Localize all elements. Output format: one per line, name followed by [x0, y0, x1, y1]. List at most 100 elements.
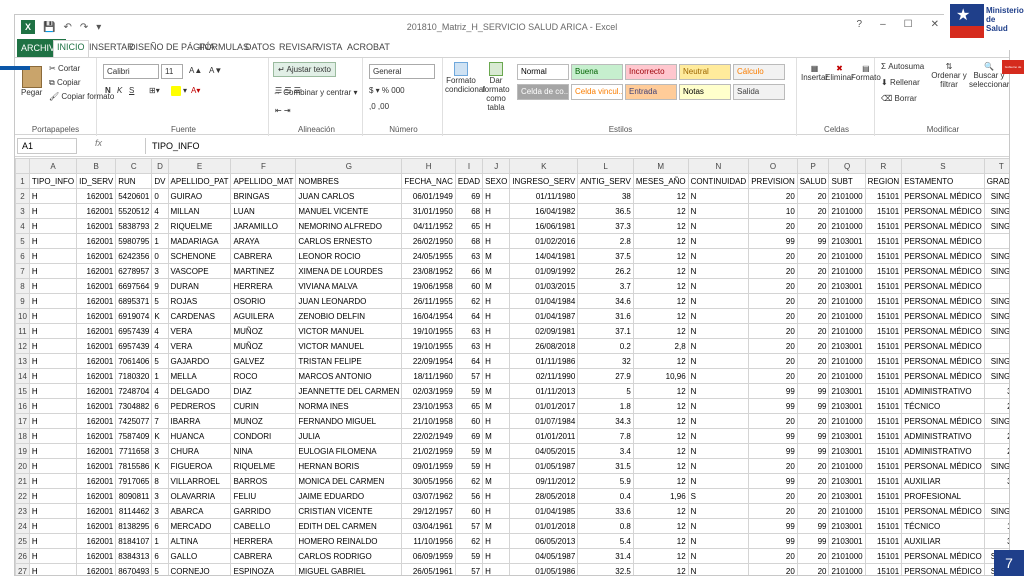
cell[interactable]: 162001 [76, 443, 117, 459]
cell[interactable]: 01/05/1986 [509, 563, 579, 575]
header-cell[interactable]: SUBT [828, 173, 866, 189]
cell[interactable]: 20 [796, 503, 830, 519]
cell[interactable]: 04/05/2015 [509, 443, 579, 459]
cell[interactable]: 2101000 [828, 218, 866, 234]
cell[interactable]: 10 [748, 203, 798, 219]
cell[interactable]: H [482, 488, 511, 504]
cell[interactable]: 2101000 [828, 263, 866, 279]
cell[interactable]: H [482, 458, 511, 474]
cell[interactable]: 15101 [864, 203, 903, 219]
cell[interactable]: OSORIO [230, 293, 297, 309]
cell-style-0[interactable]: Normal [517, 64, 569, 80]
cell[interactable]: VILLARROEL [167, 473, 232, 489]
cell[interactable]: 15101 [864, 248, 903, 264]
cell[interactable]: M [482, 428, 511, 444]
cell[interactable]: 2103001 [828, 488, 866, 504]
row-number[interactable]: 4 [15, 218, 30, 234]
cell[interactable]: 20 [748, 308, 798, 324]
cell[interactable]: 4 [151, 338, 169, 354]
cell[interactable]: H [28, 398, 78, 414]
cell[interactable]: 3 [151, 488, 169, 504]
cell[interactable]: N [687, 233, 750, 249]
cell[interactable]: 21 [983, 443, 1009, 459]
cell[interactable]: 37.1 [577, 323, 634, 339]
cell[interactable]: 19/10/1955 [401, 338, 456, 354]
number-format-select[interactable]: General [369, 64, 435, 79]
cell[interactable]: 04/11/1952 [401, 218, 456, 234]
cell[interactable]: 20 [796, 188, 830, 204]
cell[interactable]: H [28, 518, 78, 534]
cell[interactable]: 7061406 [115, 353, 153, 369]
cell[interactable]: 01/11/1986 [509, 353, 579, 369]
column-header-j[interactable]: J [482, 158, 511, 174]
cell[interactable]: 1.8 [577, 398, 634, 414]
cell[interactable]: 15101 [864, 278, 903, 294]
header-cell[interactable]: ANTIG_SERV [577, 173, 634, 189]
cell[interactable]: 60 [454, 278, 484, 294]
cell[interactable]: N [687, 398, 750, 414]
cell[interactable]: 99 [796, 443, 830, 459]
cell[interactable]: 15101 [864, 413, 903, 429]
column-header-h[interactable]: H [401, 158, 456, 174]
cell[interactable]: N [687, 368, 750, 384]
cell[interactable]: ROCO [230, 368, 297, 384]
header-cell[interactable]: SEXO [482, 173, 511, 189]
cell[interactable]: 20 [748, 353, 798, 369]
cell[interactable]: 162001 [76, 458, 117, 474]
cell[interactable]: 60 [454, 413, 484, 429]
cell[interactable]: 162001 [76, 503, 117, 519]
column-header-s[interactable]: S [901, 158, 985, 174]
cell[interactable]: SINGR [983, 203, 1009, 219]
cell[interactable]: 6 [151, 518, 169, 534]
cell[interactable]: 33.6 [577, 503, 634, 519]
cell[interactable]: 162001 [76, 278, 117, 294]
cell[interactable]: 6278957 [115, 263, 153, 279]
cell[interactable]: 15101 [864, 218, 903, 234]
cell[interactable]: H [28, 428, 78, 444]
cell[interactable]: 5 [151, 293, 169, 309]
cell[interactable]: 12 [632, 248, 689, 264]
header-cell[interactable]: FECHA_NAC [401, 173, 456, 189]
cell[interactable]: 6242356 [115, 248, 153, 264]
cell[interactable]: OLAVARRIA [167, 488, 232, 504]
currency-icon[interactable]: $ ▾ % 000 [369, 86, 405, 95]
header-cell[interactable]: RUN [115, 173, 153, 189]
cell[interactable]: 162001 [76, 473, 117, 489]
clear-button[interactable]: ⌫ Borrar [881, 94, 917, 103]
cell[interactable]: CARLOS RODRIGO [295, 548, 403, 564]
cell[interactable]: 36.5 [577, 203, 634, 219]
cell[interactable]: PERSONAL MÉDICO [901, 368, 985, 384]
cell[interactable]: CARDENAS [167, 308, 232, 324]
cell[interactable]: 0 [983, 338, 1009, 354]
cell[interactable]: PERSONAL MÉDICO [901, 278, 985, 294]
cell[interactable]: 12 [632, 323, 689, 339]
cell[interactable]: 15101 [864, 323, 903, 339]
cell[interactable]: 26/11/1955 [401, 293, 456, 309]
cell[interactable]: 162001 [76, 398, 117, 414]
cell[interactable]: 19/06/1958 [401, 278, 456, 294]
fill-button[interactable]: ⬇ Rellenar [881, 78, 920, 87]
cell[interactable]: N [687, 518, 750, 534]
cell[interactable]: 57 [454, 563, 484, 575]
cell[interactable]: H [28, 263, 78, 279]
cell[interactable]: 15101 [864, 503, 903, 519]
cell[interactable]: MANUEL VICENTE [295, 203, 403, 219]
cell[interactable]: 12 [632, 548, 689, 564]
cell[interactable]: 162001 [76, 248, 117, 264]
header-cell[interactable]: APELLIDO_MAT [230, 173, 297, 189]
cell[interactable]: 16/04/1954 [401, 308, 456, 324]
cell[interactable]: CRISTIAN VICENTE [295, 503, 403, 519]
cell[interactable]: 16/06/1981 [509, 218, 579, 234]
cell[interactable]: MADARIAGA [167, 233, 232, 249]
cell[interactable]: 2,8 [632, 338, 689, 354]
cell[interactable]: H [28, 548, 78, 564]
cell[interactable]: H [482, 233, 511, 249]
cell[interactable]: 6 [151, 398, 169, 414]
cell[interactable]: 12 [632, 398, 689, 414]
cell[interactable]: FELIU [230, 488, 297, 504]
cell[interactable]: 15101 [864, 548, 903, 564]
cell[interactable]: 20 [796, 203, 830, 219]
cell[interactable]: HOMERO REINALDO [295, 533, 403, 549]
column-header-n[interactable]: N [687, 158, 750, 174]
cell[interactable]: 20 [748, 278, 798, 294]
